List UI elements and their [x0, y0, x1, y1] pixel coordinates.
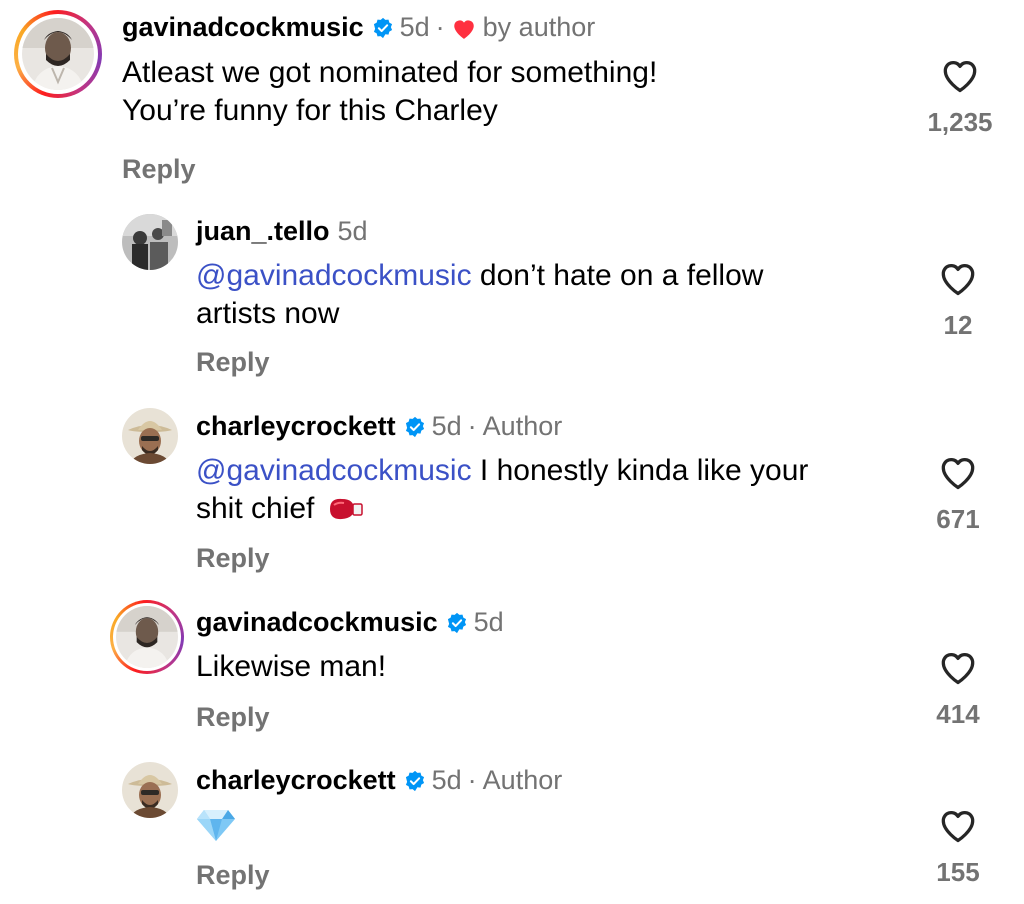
heart-outline-icon[interactable] — [937, 453, 979, 491]
heart-outline-icon[interactable] — [937, 806, 979, 844]
verified-badge-icon — [405, 770, 424, 791]
reply-button[interactable]: Reply — [196, 347, 270, 378]
reply-button[interactable]: Reply — [196, 543, 270, 574]
comment-text: @gavinadcockmusic don’t hate on a fellow… — [196, 257, 763, 333]
reply-button[interactable]: Reply — [122, 154, 196, 185]
like-button[interactable]: 671 — [918, 453, 998, 535]
comment-text: Likewise man! — [196, 648, 386, 686]
timestamp: 5d — [431, 765, 462, 795]
separator-dot: · — [435, 12, 445, 42]
like-button[interactable]: 155 — [918, 806, 998, 888]
mention-link[interactable]: @gavinadcockmusic — [196, 259, 472, 292]
reply-button[interactable]: Reply — [196, 702, 270, 733]
comment-text: @gavinadcockmusic I honestly kinda like … — [196, 452, 808, 528]
comment-line: don’t hate on a fellow — [471, 259, 764, 292]
timestamp: 5d — [337, 216, 368, 246]
like-count: 671 — [936, 504, 980, 534]
gem-icon — [197, 810, 235, 841]
separator-dot: · — [467, 411, 477, 441]
reply-button[interactable]: Reply — [196, 860, 270, 891]
username[interactable]: charleycrockett — [196, 411, 396, 442]
comment-line: Atleast we got nominated for something! — [122, 56, 658, 89]
avatar[interactable] — [110, 600, 184, 674]
boxing-glove-icon — [330, 498, 364, 520]
timestamp: 5d — [431, 411, 462, 441]
username[interactable]: gavinadcockmusic — [122, 12, 364, 43]
verified-badge-icon — [405, 416, 424, 437]
comment-text — [196, 808, 236, 847]
gavin-avatar — [22, 18, 94, 90]
avatar[interactable] — [122, 408, 178, 464]
red-heart-icon — [453, 19, 474, 39]
username[interactable]: juan_.tello — [196, 216, 330, 247]
avatar[interactable] — [122, 214, 178, 270]
liked-by-author-label: by author — [482, 12, 596, 42]
charley-avatar — [122, 762, 178, 818]
juan-avatar — [122, 214, 178, 270]
author-label: Author — [482, 765, 563, 795]
heart-outline-icon[interactable] — [937, 259, 979, 297]
like-count: 1,235 — [927, 107, 993, 137]
mention-link[interactable]: @gavinadcockmusic — [196, 454, 472, 487]
timestamp: 5d — [399, 12, 430, 42]
verified-badge-icon — [373, 17, 392, 38]
like-button[interactable]: 414 — [918, 648, 998, 730]
username[interactable]: gavinadcockmusic — [196, 607, 438, 638]
comment-line: I honestly kinda like your — [471, 454, 809, 487]
avatar[interactable] — [122, 762, 178, 818]
separator-dot: · — [467, 765, 477, 795]
timestamp: 5d — [473, 607, 504, 637]
comment-line: You’re funny for this Charley — [122, 94, 498, 127]
username[interactable]: charleycrockett — [196, 765, 396, 796]
avatar[interactable] — [14, 10, 102, 98]
comment-line: shit chief — [196, 492, 315, 525]
like-button[interactable]: 1,235 — [920, 56, 1000, 138]
comment-line: artists now — [196, 297, 340, 330]
comment-line: Likewise man! — [196, 650, 387, 683]
comment-text: Atleast we got nominated for something! … — [122, 54, 657, 130]
like-button[interactable]: 12 — [918, 259, 998, 341]
gavin-avatar — [116, 606, 178, 668]
like-count: 155 — [936, 857, 980, 887]
author-label: Author — [482, 411, 563, 441]
charley-avatar — [122, 408, 178, 464]
like-count: 414 — [936, 699, 980, 729]
heart-outline-icon[interactable] — [937, 648, 979, 686]
heart-outline-icon[interactable] — [939, 56, 981, 94]
like-count: 12 — [943, 310, 973, 340]
verified-badge-icon — [447, 612, 466, 633]
